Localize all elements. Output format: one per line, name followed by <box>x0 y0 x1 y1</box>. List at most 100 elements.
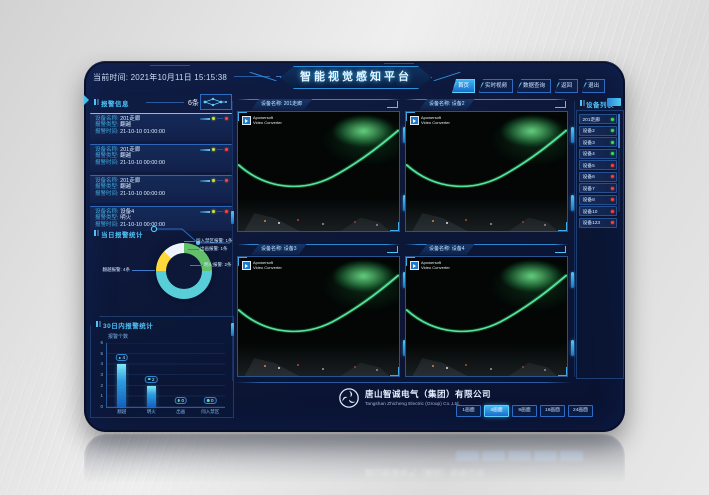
video-name-value: 201走廊 <box>284 101 302 107</box>
video-feed[interactable]: ApowersoftVideo Converter <box>405 111 568 232</box>
alarm-indicator <box>200 179 228 182</box>
video-feed[interactable]: ApowersoftVideo Converter <box>237 256 400 377</box>
screen-split-button[interactable]: 16画面 <box>540 405 565 417</box>
video-name-label: 设备名称: <box>429 101 450 107</box>
header-deco-line <box>384 63 414 64</box>
alarm-time-label: 报警时间: <box>95 222 119 228</box>
device-list-item[interactable]: 设备123 <box>579 218 617 228</box>
watermark: ApowersoftVideo Converter <box>410 261 450 271</box>
video-name-value: 设备4 <box>452 246 465 252</box>
indicator-dot-red <box>225 210 228 213</box>
y-tick-label: 1 <box>94 393 103 398</box>
screen-split-button[interactable]: 9画面 <box>512 405 537 417</box>
current-time: 当前时间: 2021年10月11日 15:15:38 <box>93 72 227 83</box>
device-list-item[interactable]: 设备8 <box>579 195 617 205</box>
donut-leader-line <box>190 265 203 266</box>
device-name: 设备123 <box>583 219 601 226</box>
alarm-type-label: 报警类型: <box>95 122 119 128</box>
device-name: 设备3 <box>583 139 595 146</box>
monthly-bar-chart: 4 翻越 2 明火 0 出画 0 <box>106 343 225 408</box>
alarm-time-label: 报警时间: <box>95 160 119 166</box>
alarm-type-value: 翻越 <box>120 153 131 159</box>
y-tick-label: 5 <box>94 351 103 356</box>
video-specks <box>432 365 434 367</box>
alarm-card[interactable]: 设备名称: 201走廊 报警类型: 翻越 报警时间: 21-10-10 00:0… <box>90 175 232 203</box>
device-list-item[interactable]: 设备2 <box>579 126 617 136</box>
video-name-value: 设备3 <box>284 246 297 252</box>
alarm-time-value: 21-10-10 00:00:00 <box>120 160 165 166</box>
video-panel[interactable]: 设备名称: 设备4 Apowe <box>405 244 568 377</box>
y-tick-label: 2 <box>94 383 103 388</box>
indicator-dot-red <box>225 148 228 151</box>
alarm-type-value: 翻越 <box>120 122 131 128</box>
alarm-list: 设备名称: 201走廊 报警类型: 翻越 报警时间: 21-10-10 01:0… <box>90 113 232 231</box>
bar-value: 4 <box>122 355 125 360</box>
indicator-line <box>200 211 210 213</box>
device-list-item[interactable]: 设备6 <box>579 172 617 182</box>
bar-value-badge: 0 <box>204 397 217 404</box>
video-panel[interactable]: 设备名称: 201走廊 Apo <box>237 99 400 232</box>
nav-button-label: 退出 <box>588 83 599 89</box>
nav-button-label: 返回 <box>561 83 572 89</box>
nav-button[interactable]: 返回 <box>555 79 578 93</box>
device-status-dot <box>611 210 614 213</box>
topology-icon <box>200 94 232 110</box>
nav-button[interactable]: 数据查询 <box>517 79 551 93</box>
badge-dot <box>207 399 210 402</box>
dashboard-panel: 当前时间: 2021年10月11日 15:15:38 智能视觉感知平台 首页 实… <box>84 61 625 432</box>
device-list-item[interactable]: 设备5 <box>579 160 617 170</box>
video-title-tab: 设备名称: 设备2 <box>419 99 475 110</box>
daily-stats-title: 当日报警统计 <box>94 229 143 239</box>
badge-dot <box>148 378 151 381</box>
bar-chart-column: 0 出画 <box>169 343 193 407</box>
device-list-item[interactable]: 设备4 <box>579 149 617 159</box>
watermark-line2: Video Converter <box>253 121 282 126</box>
screen-split-button[interactable]: 4画面 <box>484 405 509 417</box>
screen-split-label: 1画面 <box>462 408 474 413</box>
donut-label: 翻越报警: 4条 <box>88 267 130 273</box>
device-list-item[interactable]: 设备10 <box>579 206 617 216</box>
divider-line <box>232 101 233 381</box>
device-status-dot <box>611 198 614 201</box>
video-feed[interactable]: ApowersoftVideo Converter <box>405 256 568 377</box>
alarm-type-value: 明火 <box>120 215 131 221</box>
screen-split-label: 16画面 <box>545 408 560 413</box>
alarm-card[interactable]: 设备名称: 201走廊 报警类型: 翻越 报警时间: 21-10-10 00:0… <box>90 144 232 172</box>
device-name: 设备2 <box>583 127 595 134</box>
screen-split-button[interactable]: 1画面 <box>456 405 481 417</box>
alarm-type-value: 翻越 <box>120 184 131 190</box>
nav-button-label: 首页 <box>458 83 469 89</box>
panel-reflection: 唐山智诚电气（集团）有限公司 <box>84 434 625 492</box>
bar-category-label: 翻越 <box>117 409 126 415</box>
indicator-line <box>200 149 210 151</box>
device-status-dot <box>611 164 614 167</box>
reflection-company-name: 唐山智诚电气（集团）有限公司 <box>365 467 484 479</box>
side-accent-bar <box>571 195 574 211</box>
reflection-video <box>237 488 400 492</box>
alarm-count: 6条 <box>188 98 199 108</box>
screen-split-button[interactable]: 24画面 <box>568 405 593 417</box>
video-title-tab: 设备名称: 201走廊 <box>251 99 312 110</box>
indicator-dot-red <box>225 179 228 182</box>
watermark-icon <box>242 116 251 125</box>
nav-button[interactable]: 实时视频 <box>479 79 513 93</box>
video-name-label: 设备名称: <box>261 246 282 252</box>
indicator-line <box>217 149 223 150</box>
side-accent-bar <box>571 272 574 288</box>
nav-button[interactable]: 首页 <box>452 79 475 93</box>
video-specks <box>264 220 266 222</box>
device-list-item[interactable]: 设备7 <box>579 183 617 193</box>
video-feed[interactable]: ApowersoftVideo Converter <box>237 111 400 232</box>
device-name: 设备10 <box>583 208 598 215</box>
bar-chart-column: 2 明火 <box>139 343 163 407</box>
video-panel[interactable]: 设备名称: 设备3 Apowe <box>237 244 400 377</box>
indicator-dot-yellow <box>212 179 215 182</box>
video-panel[interactable]: 设备名称: 设备2 Apowe <box>405 99 568 232</box>
device-list-item[interactable]: 201走廊 <box>579 114 617 124</box>
device-list-scrollbar[interactable] <box>618 114 620 212</box>
alarm-card[interactable]: 设备名称: 201走廊 报警类型: 翻越 报警时间: 21-10-10 01:0… <box>90 113 232 141</box>
scrollbar-thumb[interactable] <box>618 114 620 148</box>
video-header-bracket <box>555 246 566 253</box>
nav-button[interactable]: 退出 <box>582 79 605 93</box>
device-list-item[interactable]: 设备3 <box>579 137 617 147</box>
